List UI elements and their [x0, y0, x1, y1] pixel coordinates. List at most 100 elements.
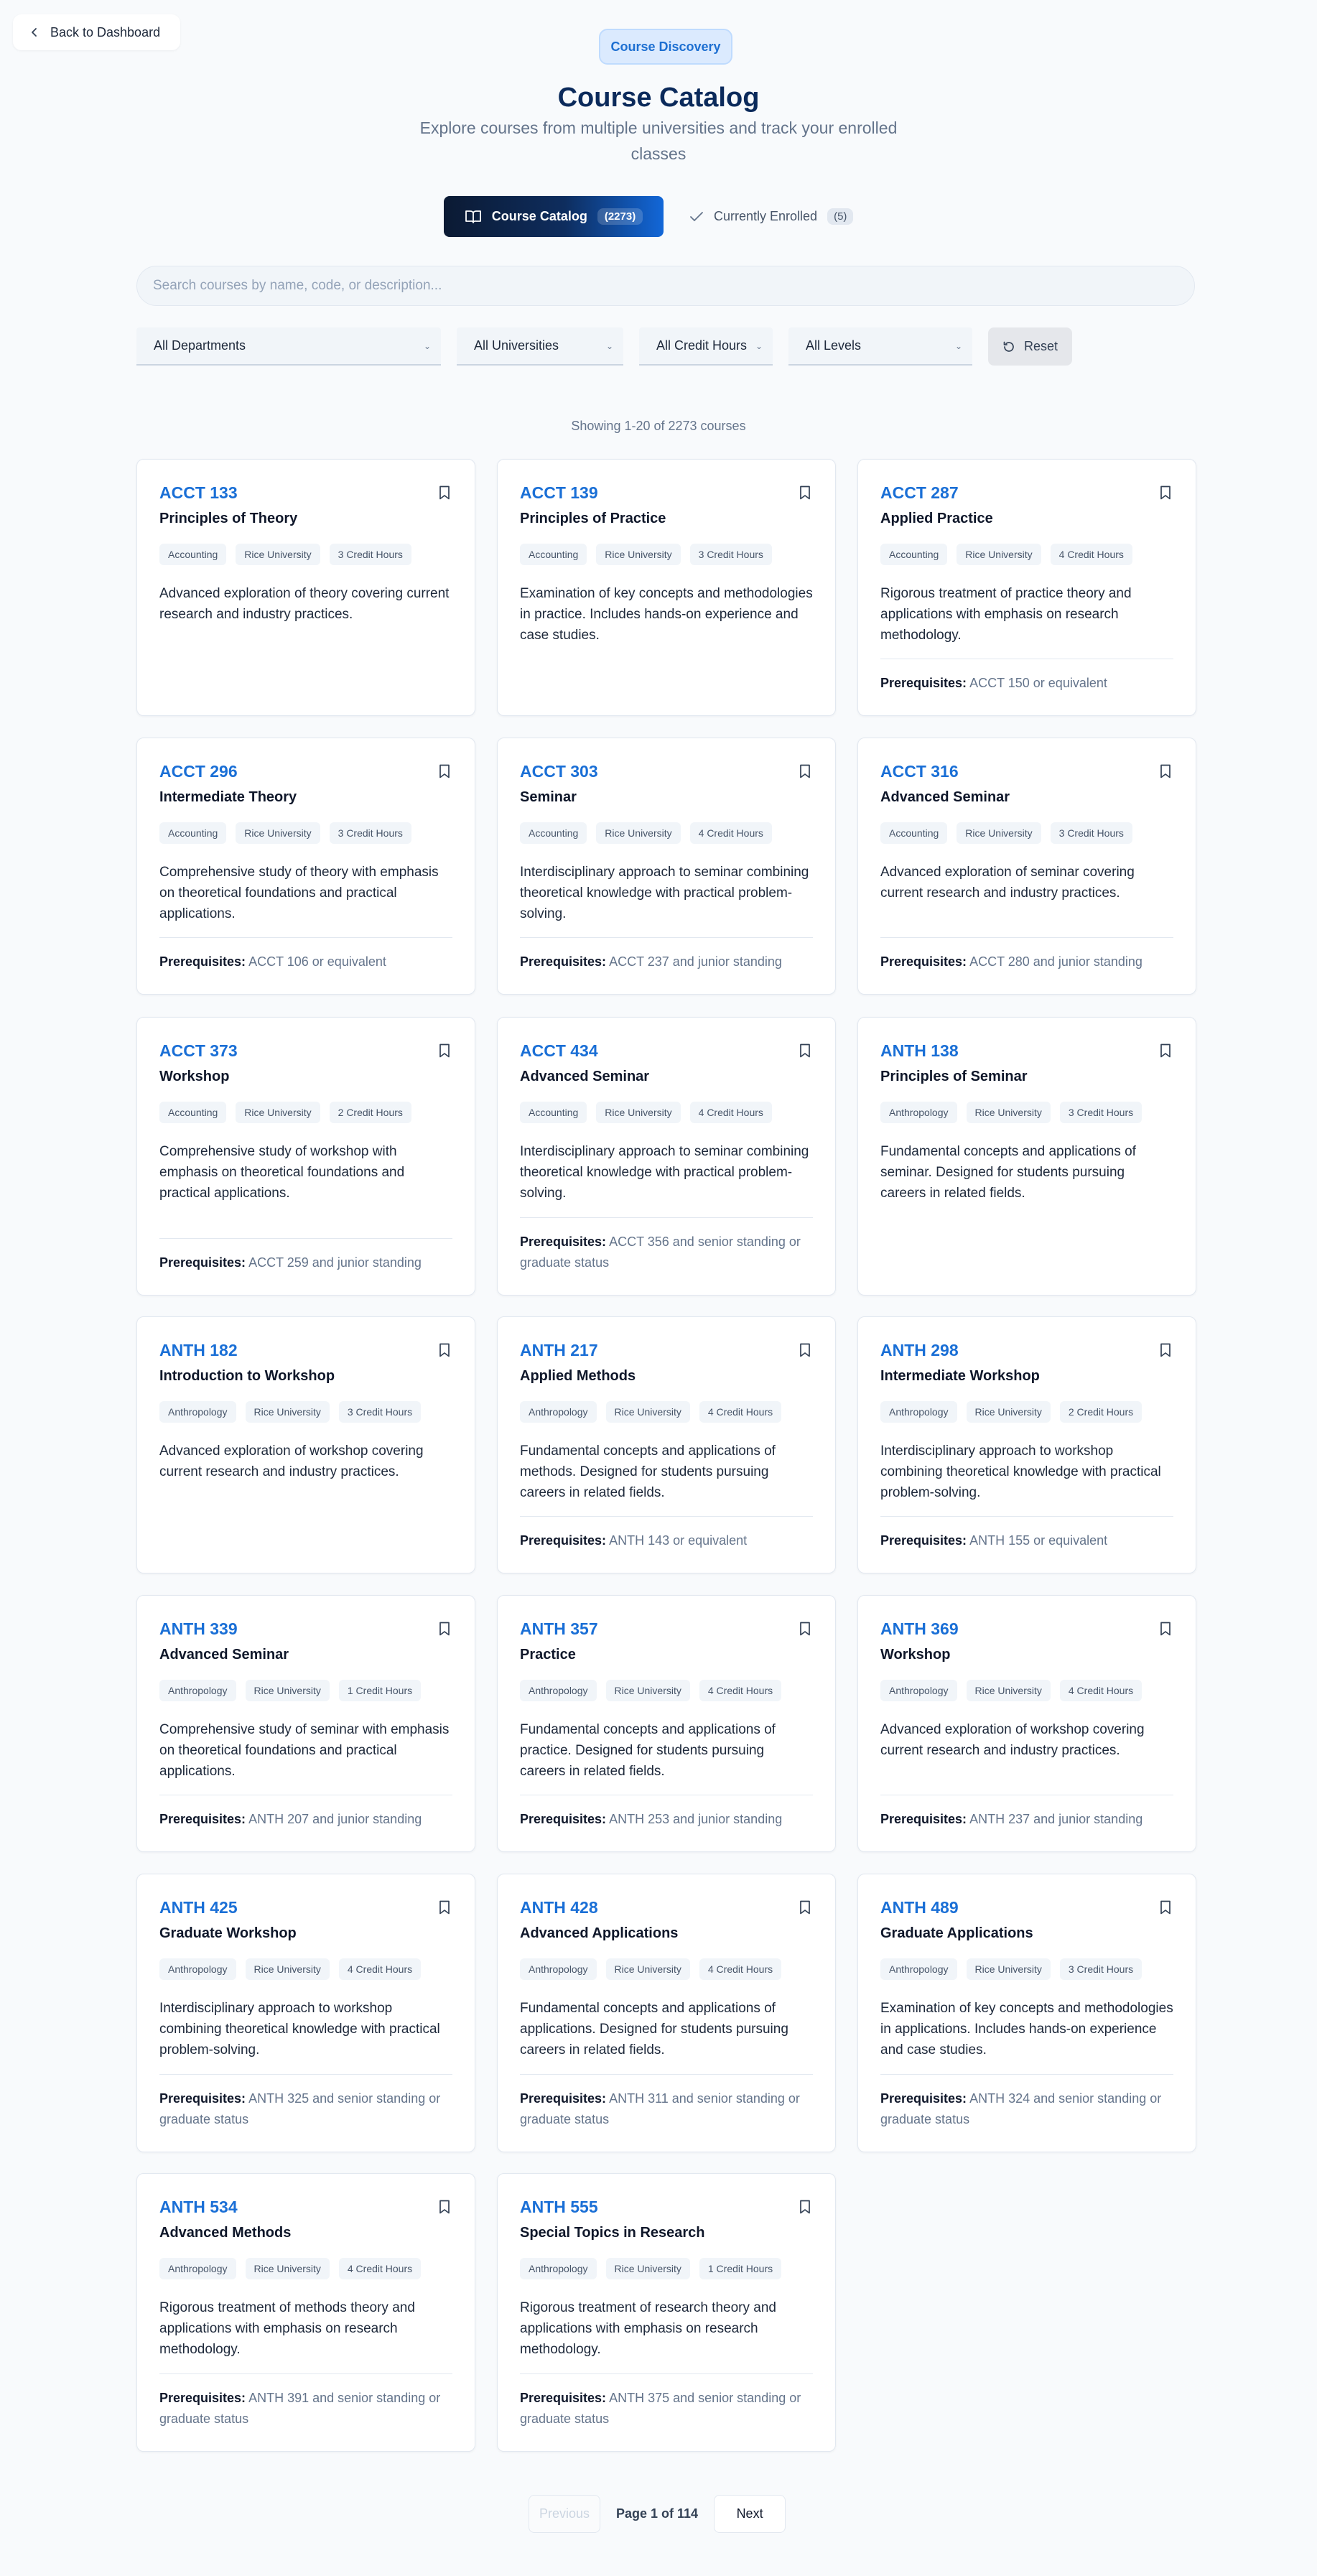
bookmark-icon[interactable]: [439, 1900, 450, 1915]
bookmark-icon[interactable]: [439, 1622, 450, 1636]
course-card[interactable]: ANTH 425 Graduate Workshop Anthropology Ric…: [136, 1874, 475, 2152]
course-card[interactable]: ANTH 298 Intermediate Workshop Anthropolog…: [857, 1316, 1196, 1573]
bookmark-icon[interactable]: [799, 1343, 811, 1357]
course-card[interactable]: ACCT 303 Seminar Accounting Rice University…: [497, 738, 836, 995]
bookmark-icon[interactable]: [799, 485, 811, 500]
course-description: Interdisciplinary approach to seminar co…: [520, 865, 809, 921]
bookmark-icon[interactable]: [439, 764, 450, 778]
course-card[interactable]: ACCT 296 Intermediate Theory Accounting Ric…: [136, 738, 475, 995]
course-card[interactable]: ANTH 369 Workshop Anthropology Rice Univers…: [857, 1595, 1196, 1852]
course-card[interactable]: ANTH 357 Practice Anthropology Rice Univers…: [497, 1595, 836, 1852]
course-card[interactable]: ANTH 489 Graduate Applications Anthropolog…: [857, 1874, 1196, 2152]
bookmark-icon[interactable]: [439, 1343, 450, 1357]
bookmark-icon[interactable]: [799, 1043, 811, 1058]
bookmark-icon[interactable]: [1160, 764, 1171, 778]
course-prerequisites: Prerequisites: ANTH 253 and junior stand…: [520, 1795, 813, 1830]
level-select[interactable]: All Levels ⌄: [788, 327, 972, 366]
previous-page-button[interactable]: Previous: [529, 2495, 600, 2533]
bookmark-icon[interactable]: [799, 1622, 811, 1636]
course-title: Workshop: [880, 1647, 951, 1663]
bookmark-icon[interactable]: [439, 485, 450, 500]
university-tag: Rice University: [605, 1680, 690, 1701]
course-tags: Accounting Rice University 3 Credit Hours: [520, 544, 772, 565]
course-title: Advanced Applications: [520, 1925, 679, 1941]
bookmark-icon[interactable]: [439, 1043, 450, 1058]
course-code: ACCT 373: [159, 1041, 238, 1060]
course-code: ANTH 555: [520, 2198, 598, 2216]
prerequisites-label: Prerequisites:: [520, 954, 607, 969]
prerequisites-label: Prerequisites:: [159, 1255, 246, 1270]
university-tag: Rice University: [966, 1401, 1051, 1423]
course-code: ACCT 303: [520, 762, 598, 781]
department-tag: Accounting: [159, 544, 227, 565]
course-card[interactable]: ACCT 373 Workshop Accounting Rice Universit…: [136, 1017, 475, 1296]
department-tag: Anthropology: [520, 2258, 597, 2279]
university-select[interactable]: All Universities ⌄: [457, 327, 623, 366]
course-card[interactable]: ANTH 555 Special Topics in Research Anthro…: [497, 2173, 836, 2452]
course-tags: Accounting Rice University 4 Credit Hours: [880, 544, 1132, 565]
bookmark-icon[interactable]: [1160, 1622, 1171, 1636]
next-page-button[interactable]: Next: [714, 2495, 786, 2533]
credit-hours-tag: 3 Credit Hours: [338, 1401, 422, 1423]
course-card[interactable]: ANTH 428 Advanced Applications Anthropolog…: [497, 1874, 836, 2152]
view-tabs: Course Catalog (2273) Currently Enrolled…: [444, 196, 862, 237]
tab-currently-enrolled[interactable]: Currently Enrolled (5): [681, 196, 862, 237]
course-card[interactable]: ANTH 182 Introduction to Workshop Anthropo…: [136, 1316, 475, 1573]
course-card[interactable]: ACCT 434 Advanced Seminar Accounting Rice U…: [497, 1017, 836, 1296]
reset-filters-button[interactable]: Reset: [988, 327, 1072, 366]
course-card[interactable]: ACCT 139 Principles of Practice Accounting…: [497, 459, 836, 716]
credit-hours-tag: 3 Credit Hours: [329, 822, 411, 844]
tab-currently-enrolled-label: Currently Enrolled: [714, 209, 818, 223]
prerequisites-value: ANTH 253 and junior standing: [609, 1812, 783, 1826]
course-card[interactable]: ANTH 339 Advanced Seminar Anthropology Rice…: [136, 1595, 475, 1852]
course-card[interactable]: ACCT 316 Advanced Seminar Accounting Rice U…: [857, 738, 1196, 995]
prerequisites-label: Prerequisites:: [520, 2391, 607, 2405]
course-tags: Anthropology Rice University 4 Credit Hour…: [520, 1958, 782, 1980]
course-code: ACCT 139: [520, 483, 598, 502]
course-title: Intermediate Workshop: [880, 1368, 1040, 1384]
bookmark-icon[interactable]: [1160, 1343, 1171, 1357]
course-title: Graduate Workshop: [159, 1925, 297, 1941]
university-tag: Rice University: [605, 1958, 690, 1980]
course-prerequisites: Prerequisites: ACCT 356 and senior stand…: [520, 1217, 813, 1273]
back-to-dashboard-button[interactable]: Back to Dashboard: [13, 14, 181, 50]
prerequisites-label: Prerequisites:: [159, 2091, 246, 2106]
tab-course-catalog[interactable]: Course Catalog (2273): [444, 196, 664, 237]
department-select[interactable]: All Departments ⌄: [136, 327, 441, 366]
course-title: Advanced Seminar: [880, 789, 1010, 805]
course-card[interactable]: ACCT 133 Principles of Theory Accounting Ri…: [136, 459, 475, 716]
bookmark-icon[interactable]: [1160, 1043, 1171, 1058]
bookmark-icon[interactable]: [799, 1900, 811, 1915]
credit-hours-tag: 1 Credit Hours: [338, 1680, 422, 1701]
bookmark-icon[interactable]: [439, 2200, 450, 2214]
course-code: ACCT 133: [159, 483, 238, 502]
course-card[interactable]: ACCT 287 Applied Practice Accounting Rice U…: [857, 459, 1196, 716]
bookmark-icon[interactable]: [799, 2200, 811, 2214]
course-card[interactable]: ANTH 138 Principles of Seminar Anthropolog…: [857, 1017, 1196, 1296]
course-prerequisites: Prerequisites: ANTH 324 and senior stand…: [880, 2074, 1173, 2130]
credit-hours-tag: 3 Credit Hours: [329, 544, 411, 565]
course-tags: Anthropology Rice University 2 Credit Hour…: [880, 1401, 1143, 1423]
course-code: ANTH 489: [880, 1898, 959, 1917]
university-tag: Rice University: [596, 1102, 681, 1123]
course-code: ANTH 182: [159, 1341, 238, 1359]
search-input[interactable]: [136, 266, 1195, 306]
credit-hours-select[interactable]: All Credit Hours ⌄: [639, 327, 773, 366]
bookmark-icon[interactable]: [799, 764, 811, 778]
bookmark-icon[interactable]: [1160, 485, 1171, 500]
prerequisites-label: Prerequisites:: [880, 1812, 967, 1826]
course-code: ANTH 369: [880, 1619, 959, 1638]
bookmark-icon[interactable]: [1160, 1900, 1171, 1915]
course-card[interactable]: ANTH 217 Applied Methods Anthropology Rice …: [497, 1316, 836, 1573]
department-tag: Anthropology: [159, 1958, 236, 1980]
course-prerequisites: Prerequisites: ACCT 150 or equivalent: [880, 659, 1173, 694]
course-title: Applied Practice: [880, 511, 993, 526]
course-tags: Accounting Rice University 3 Credit Hours: [159, 822, 411, 844]
university-tag: Rice University: [605, 2258, 690, 2279]
course-prerequisites: Prerequisites: ANTH 143 or equivalent: [520, 1516, 813, 1551]
course-card[interactable]: ANTH 534 Advanced Methods Anthropology Rice…: [136, 2173, 475, 2452]
university-tag: Rice University: [966, 1958, 1051, 1980]
prerequisites-value: ACCT 106 or equivalent: [248, 954, 386, 969]
course-description: Advanced exploration of theory covering …: [159, 586, 450, 622]
course-tags: Accounting Rice University 2 Credit Hours: [159, 1102, 411, 1123]
